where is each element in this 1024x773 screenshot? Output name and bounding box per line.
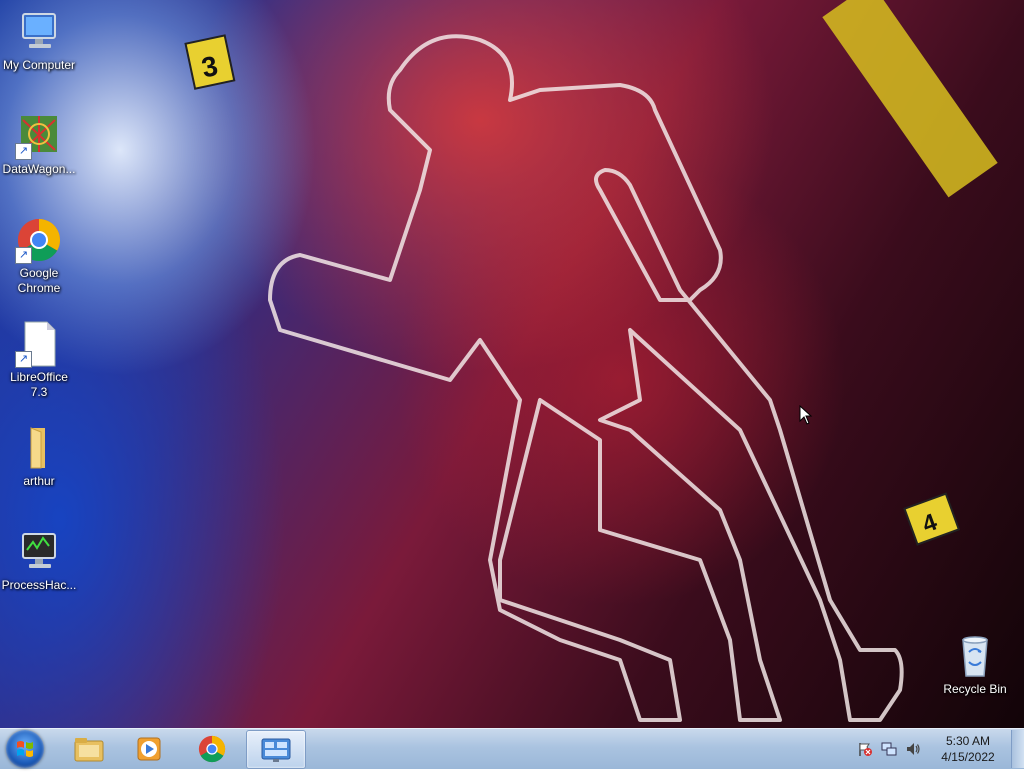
desktop-icon-label: arthur [23,474,55,488]
chrome-icon: ↗ [15,216,63,264]
taskbar-chrome[interactable] [183,730,241,767]
desktop-icon-arthur[interactable]: arthur [1,424,77,489]
network-icon[interactable] [880,740,898,758]
desktop-icon-google-chrome[interactable]: ↗ Google Chrome [1,216,77,296]
folder-icon [15,424,63,472]
desktop-icon-recycle-bin[interactable]: Recycle Bin [937,632,1013,697]
taskbar-control-panel[interactable] [246,730,306,769]
desktop-icon-my-computer[interactable]: My Computer [1,8,77,73]
processhacker-icon [15,528,63,576]
desktop-icon-label: LibreOffice 7.3 [10,370,68,399]
control-panel-icon [261,738,291,762]
libreoffice-icon: ↗ [15,320,63,368]
start-button[interactable] [6,730,44,768]
windows-logo-icon [17,741,33,757]
shortcut-arrow-icon: ↗ [15,247,32,264]
clock[interactable]: 5:30 AM 4/15/2022 [931,733,1005,765]
evidence-marker-4: 4 [903,492,961,546]
taskbar: 5:30 AM 4/15/2022 [0,728,1024,769]
desktop-icon-label: My Computer [2,58,76,72]
shortcut-arrow-icon: ↗ [15,143,32,160]
volume-icon[interactable] [904,740,922,758]
wallpaper: 3 4 [184,0,998,722]
desktop-icon-label: Recycle Bin [943,682,1007,696]
taskbar-media-player[interactable] [120,730,178,767]
file-explorer-icon [74,737,104,761]
evidence-marker-3: 3 [184,34,236,90]
action-center-flag-icon[interactable] [856,740,874,758]
computer-icon [15,8,63,56]
desktop-icon-datawagon[interactable]: ↗ DataWagon... [1,112,77,177]
desktop-icon-label: Google Chrome [17,266,61,295]
recycle-bin-icon [951,632,999,680]
taskbar-file-explorer[interactable] [60,730,118,767]
desktop-icon-libreoffice[interactable]: ↗ LibreOffice 7.3 [1,320,77,400]
desktop-icon-label: ProcessHac... [1,578,77,592]
media-player-icon [137,737,161,760]
clock-date: 4/15/2022 [941,750,995,764]
datawagon-icon: ↗ [15,112,63,160]
desktop[interactable]: 3 4 My Computer ↗ DataWagon... ↗ Google … [0,0,1024,728]
chrome-icon [198,735,226,762]
system-tray: 5:30 AM 4/15/2022 [853,729,1024,769]
desktop-icon-processhacker[interactable]: ProcessHac... [1,528,77,593]
shortcut-arrow-icon: ↗ [15,351,32,368]
mouse-cursor-icon [799,405,813,425]
clock-time: 5:30 AM [945,734,991,748]
show-desktop-button[interactable] [1011,730,1024,768]
desktop-icon-label: DataWagon... [2,162,76,176]
